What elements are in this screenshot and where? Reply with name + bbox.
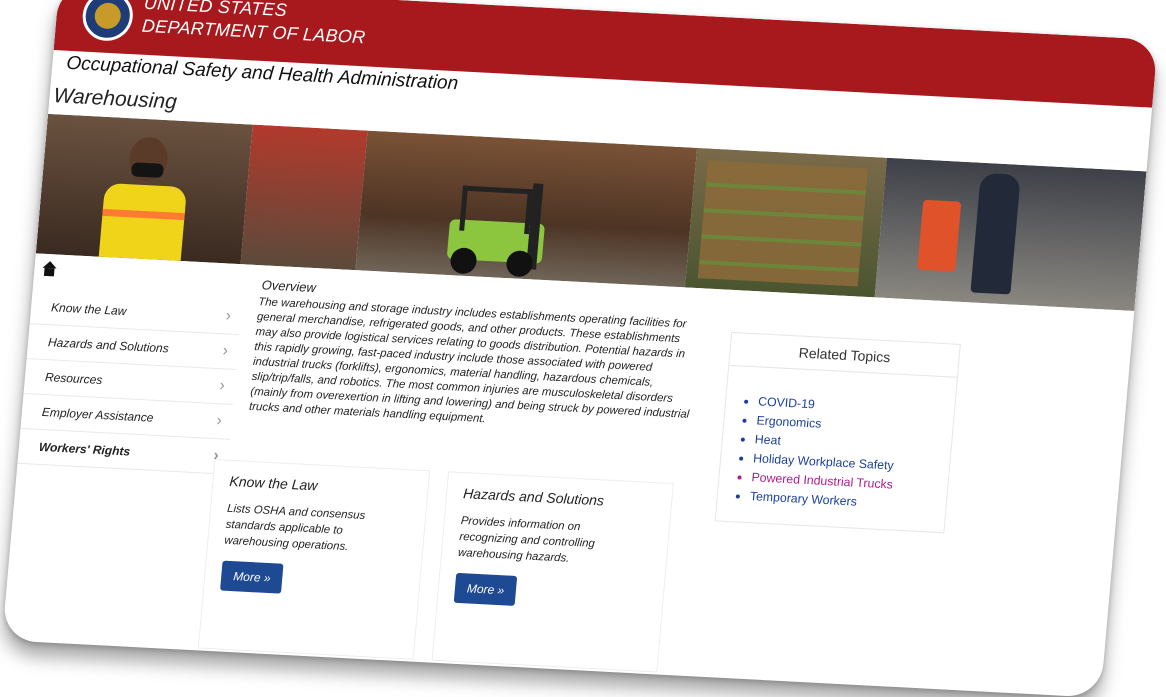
know-the-law-card: Know the Law Lists OSHA and consensus st… [197, 459, 431, 660]
overview-heading: Overview [261, 277, 317, 296]
page-title: Warehousing [52, 84, 178, 114]
card-title: Know the Law [228, 472, 319, 494]
related-topics-panel: Related Topics COVID-19 Ergonomics Heat … [714, 331, 961, 534]
hazards-more-button[interactable]: More » [453, 572, 518, 606]
sidebar-item-label: Hazards and Solutions [47, 335, 170, 356]
sidebar-item-label: Resources [44, 370, 103, 388]
sidebar-item-label: Workers' Rights [38, 439, 131, 459]
pallet-jack-photo [874, 157, 1147, 311]
related-topics-heading: Related Topics [729, 332, 960, 378]
hero-banner [35, 113, 1147, 311]
card-title: Hazards and Solutions [462, 485, 605, 509]
worker-photo [35, 113, 253, 265]
know-the-law-more-button[interactable]: More » [220, 560, 284, 594]
chevron-right-icon: › [218, 377, 226, 395]
chevron-right-icon: › [221, 342, 229, 360]
produce-crates-photo [684, 147, 887, 298]
hazards-and-solutions-card: Hazards and Solutions Provides informati… [431, 471, 674, 673]
sidebar-item-label: Know the Law [50, 300, 128, 319]
card-text: Lists OSHA and consensus standards appli… [223, 502, 366, 554]
home-icon[interactable] [42, 267, 57, 280]
chevron-right-icon: › [215, 412, 223, 430]
chevron-right-icon: › [224, 307, 232, 325]
card-text: Provides information on recognizing and … [457, 515, 596, 565]
shelving-photo [240, 124, 368, 271]
dol-seal-logo[interactable] [80, 0, 135, 43]
page-card: UNITED STATES DEPARTMENT OF LABOR Occupa… [1, 0, 1159, 697]
dol-banner: UNITED STATES DEPARTMENT OF LABOR [53, 0, 1159, 108]
overview-text: The warehousing and storage industry inc… [248, 296, 690, 426]
sidebar-nav: Know the Law › Hazards and Solutions › R… [17, 289, 243, 475]
dol-name-line2[interactable]: DEPARTMENT OF LABOR [141, 16, 366, 49]
related-topics-list: COVID-19 Ergonomics Heat Holiday Workpla… [735, 392, 900, 514]
sidebar-item-label: Employer Assistance [41, 404, 155, 425]
forklift-photo [355, 130, 698, 288]
